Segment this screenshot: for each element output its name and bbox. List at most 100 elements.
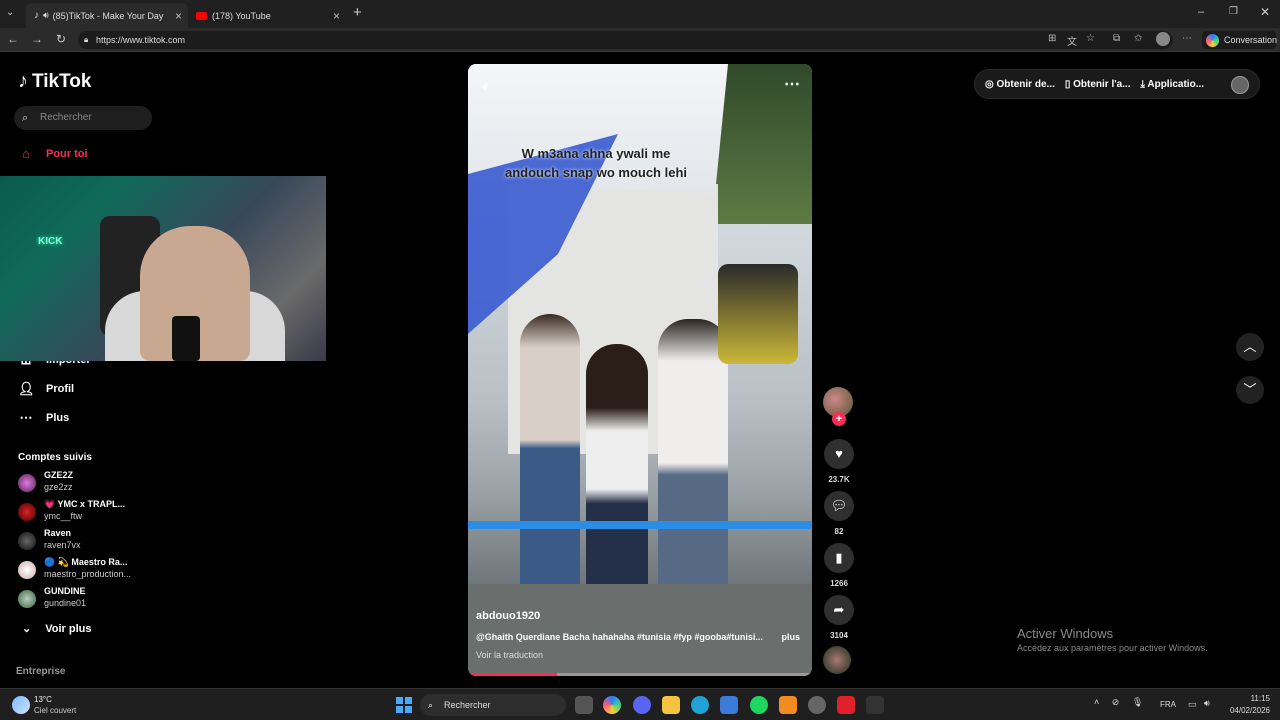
refresh-icon[interactable]: ↻ [53, 32, 69, 46]
app-icon[interactable] [866, 696, 884, 714]
edge-icon[interactable] [691, 696, 709, 714]
share-button[interactable]: ➦ 3104 [823, 595, 855, 640]
video-player[interactable]: W m3ana ahna ywali me andouch snap wo mo… [468, 64, 812, 676]
task-view-icon[interactable] [575, 696, 593, 714]
minimize-icon[interactable]: – [1198, 6, 1204, 18]
video-person [658, 319, 728, 619]
home-icon: ⌂ [22, 146, 30, 161]
windows-start-icon[interactable] [396, 697, 412, 713]
taskbar-search-label: Rechercher [444, 700, 491, 710]
favorite-star-icon[interactable]: ☆ [1086, 33, 1095, 44]
next-video-button[interactable]: ﹀ [1236, 376, 1264, 404]
translate-icon[interactable]: 文 [1067, 33, 1077, 48]
taskbar-search[interactable]: ⌕ Rechercher [420, 694, 566, 716]
spotify-icon[interactable] [750, 696, 768, 714]
account-handle: gundine01 [44, 598, 87, 608]
tab-tiktok[interactable]: ♪ 🔊︎ (85)TikTok - Make Your Day × [26, 3, 188, 28]
get-coins-button[interactable]: ◎ Obtenir de... [985, 79, 1055, 90]
steam-icon[interactable] [808, 696, 826, 714]
comment-icon: 💬︎ [824, 491, 854, 521]
weather-widget[interactable]: 13°C Ciel couvert [10, 693, 100, 717]
copilot-conversation-button[interactable]: Conversation [1202, 31, 1277, 49]
discord-icon[interactable] [633, 696, 651, 714]
follow-plus-icon[interactable]: + [832, 412, 846, 426]
followed-account[interactable]: GUNDINE gundine01 [16, 586, 156, 614]
youtube-favicon-icon [196, 11, 207, 20]
comment-button[interactable]: 💬︎ 82 [823, 491, 855, 536]
heart-icon: ♥ [824, 439, 854, 469]
search-input[interactable]: ⌕ Rechercher [14, 106, 152, 130]
description-more-link[interactable]: plus [781, 632, 800, 642]
network-icon[interactable]: ▭ [1188, 699, 1197, 710]
previous-video-button[interactable]: ︿ [1236, 333, 1264, 361]
sidebar-item-profile[interactable]: 👤︎ Profil [18, 381, 74, 397]
tiktok-logo[interactable]: ♪ TikTok [18, 70, 91, 93]
address-bar-row: ← → ↻ 🔒︎ https://www.tiktok.com ⊞ 文 ☆ ⧉ … [0, 28, 1280, 52]
profile-avatar-icon[interactable] [1156, 32, 1170, 46]
video-author[interactable]: abdouo1920 [476, 610, 540, 622]
business-link[interactable]: Entreprise [16, 666, 65, 677]
followed-account[interactable]: 💗 YMC x TRAPL... ymc__ftw [16, 499, 156, 527]
more-options-icon[interactable]: ⋯ [784, 74, 800, 94]
app-available-icon[interactable]: ⊞ [1048, 33, 1056, 44]
share-icon: ➦ [824, 595, 854, 625]
clock-time[interactable]: 11:15 [1240, 694, 1270, 703]
followed-account[interactable]: Raven raven7vx [16, 528, 156, 556]
account-name: GUNDINE [44, 586, 86, 596]
like-button[interactable]: ♥ 23.7K [823, 439, 855, 484]
tray-app-icon[interactable]: ⊘ [1112, 697, 1120, 707]
app-icon[interactable] [837, 696, 855, 714]
volume-icon[interactable]: 🔈︎ [482, 78, 490, 95]
user-avatar[interactable] [1231, 76, 1249, 94]
video-progress-fill [468, 673, 558, 676]
see-translation-link[interactable]: Voir la traduction [476, 650, 543, 660]
tab-actions-icon[interactable]: ⌄ [6, 7, 14, 18]
tiktok-logo-text: TikTok [32, 70, 92, 92]
get-app-button[interactable]: ▯ Obtenir l'a... [1065, 79, 1131, 90]
favorites-icon[interactable]: ✩ [1134, 33, 1142, 44]
close-tab-icon[interactable]: × [175, 9, 182, 23]
chevron-down-icon: ﹀ [1243, 382, 1257, 397]
tiktok-favicon-icon: ♪ [34, 10, 39, 21]
tray-chevron-icon[interactable]: ˄ [1094, 697, 1099, 707]
maximize-icon[interactable]: ❐ [1229, 6, 1238, 17]
see-more-button[interactable]: ⌄ Voir plus [22, 622, 91, 636]
led-sign: KICK [38, 236, 63, 247]
music-disc-icon[interactable] [823, 646, 851, 674]
vlc-icon[interactable] [779, 696, 797, 714]
extensions-icon[interactable]: ⧉ [1113, 33, 1120, 44]
copilot-icon[interactable] [603, 696, 621, 714]
weather-condition: Ciel couvert [34, 706, 77, 715]
forward-icon[interactable]: → [29, 32, 45, 46]
followed-account[interactable]: GZE2Z gze2zz [16, 470, 156, 498]
video-description-text: @Ghaith Querdiane Bacha hahahaha #tunisi… [476, 632, 763, 642]
chevron-up-icon: ︿ [1243, 339, 1257, 354]
close-tab-icon[interactable]: × [333, 9, 340, 23]
clock-date[interactable]: 04/02/2026 [1222, 706, 1270, 715]
bookmark-icon: ▮ [824, 543, 854, 573]
more-menu-icon[interactable]: ⋯ [1182, 33, 1192, 44]
microphone-icon[interactable]: 🎙︎ [1132, 697, 1143, 707]
sidebar-item-more[interactable]: ⋯ Plus [18, 410, 70, 426]
search-icon: ⌕ [22, 112, 29, 124]
volume-icon[interactable]: 🔊︎ [1204, 698, 1210, 709]
back-icon[interactable]: ← [5, 32, 21, 46]
url-input[interactable]: 🔒︎ https://www.tiktok.com [78, 31, 1173, 49]
video-person [520, 314, 580, 594]
bookmark-button[interactable]: ▮ 1266 [823, 543, 855, 588]
tab-youtube[interactable]: (178) YouTube × [188, 3, 346, 28]
followed-account[interactable]: 🔵 💫 Maestro Ra... maestro_production... [16, 557, 156, 585]
store-icon[interactable] [720, 696, 738, 714]
video-person [718, 264, 798, 364]
desktop-app-button[interactable]: ⤓ Applicatio... [1141, 79, 1205, 90]
speaker-icon: 🔊︎ [43, 10, 49, 20]
close-window-icon[interactable]: ✕ [1260, 5, 1270, 19]
sidebar-item-for-you[interactable]: ⌂ Pour toi [18, 146, 88, 161]
top-actions-bar: ◎ Obtenir de... ▯ Obtenir l'a... ⤓ Appli… [974, 69, 1260, 99]
activate-windows-title: Activer Windows [1017, 626, 1114, 641]
copilot-icon [1206, 34, 1219, 47]
language-indicator[interactable]: FRA [1160, 700, 1176, 709]
new-tab-button[interactable]: + [353, 4, 362, 21]
file-explorer-icon[interactable] [662, 696, 680, 714]
video-progress-bar[interactable] [468, 673, 812, 676]
